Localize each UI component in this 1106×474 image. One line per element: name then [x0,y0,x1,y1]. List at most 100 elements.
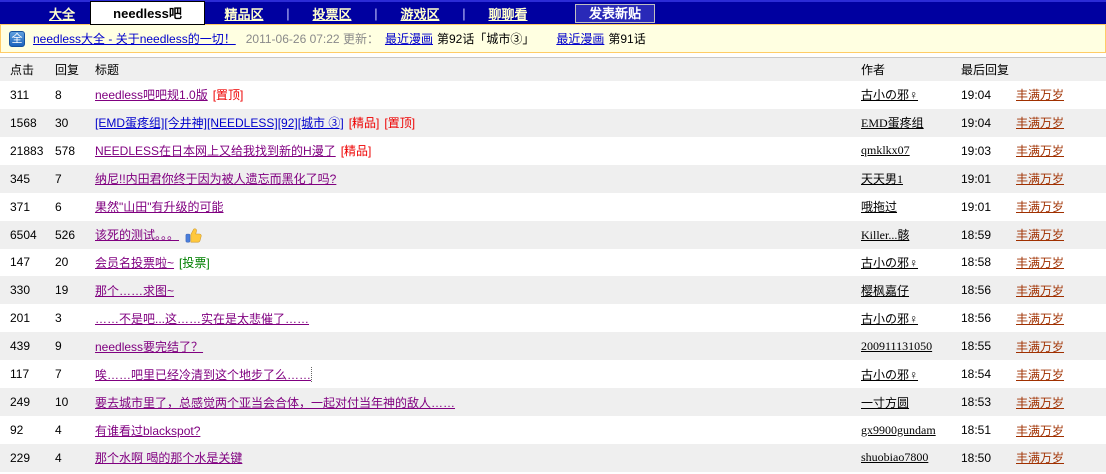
header-last-reply: 最后回复 [961,63,1010,77]
thread-tag: [精品] [340,144,372,159]
author-cell: 樱枫嘉仔 [861,282,961,299]
thread-tag: [投票] [179,255,210,270]
last-reply-link[interactable]: 丰满万岁 [1016,424,1064,438]
nav-tab-5[interactable]: 聊聊看 [469,4,547,23]
click-count: 229 [10,450,31,465]
click-count: 330 [10,283,31,298]
last-reply-time: 18:56 [961,283,992,298]
announcement-bar: 全 needless大全 - 关于needless的一切！ 2011-06-26… [0,24,1106,53]
thread-title-link[interactable]: needless吧吧规1.0版 [95,86,208,103]
header-replies: 回复 [55,63,80,77]
last-reply-link[interactable]: 丰满万岁 [1016,116,1064,130]
thread-title-link[interactable]: needless要完结了？ [95,338,203,355]
thumbs-up-icon [185,228,202,243]
thread-title-link[interactable]: 唉……吧里已经冷清到这个地步了么…… [95,365,313,383]
reply-count: 6 [55,199,62,214]
last-reply-link[interactable]: 丰满万岁 [1016,312,1064,326]
author-link[interactable]: 古小の邪♀ [861,88,918,102]
last-reply-link[interactable]: 丰满万岁 [1016,144,1064,158]
thread-tag: [精品] [348,116,380,131]
last-reply-link[interactable]: 丰满万岁 [1016,368,1064,382]
last-reply-cell: 丰满万岁 [1016,114,1106,131]
click-count: 6504 [10,227,37,242]
thread-title-link[interactable]: 要去城市里了，总感觉两个亚当会合体，一起对付当年神的敌人…… [95,394,455,411]
author-link[interactable]: 一寸方圆 [861,396,909,410]
author-link[interactable]: Killer...骸 [861,228,909,242]
author-link[interactable]: 哦拖过 [861,200,897,214]
author-link[interactable]: 200911131050 [861,339,932,353]
title-cell: ……不是吧...这……实在是太悲催了…… [95,310,861,327]
thread-title-link[interactable]: 有谁看过blackspot? [95,422,200,439]
thread-title-link[interactable]: 那个水啊 喝的那个水是关键 [95,449,242,466]
nav-tab-3[interactable]: 投票区 [293,4,371,23]
last-reply-cell: 丰满万岁 [1016,170,1106,187]
title-cell: 纳尼!!内田君你终于因为被人遗忘而黑化了吗? [95,170,861,187]
reply-count: 19 [55,283,69,298]
author-link[interactable]: gx9900gundam [861,423,936,437]
last-reply-link[interactable]: 丰满万岁 [1016,340,1064,354]
thread-title-link[interactable]: 纳尼!!内田君你终于因为被人遗忘而黑化了吗? [95,170,336,187]
thread-title-link[interactable]: 会员名投票啦~ [95,254,174,271]
thread-row: 92 4 有谁看过blackspot? gx9900gundam 18:51 丰满万岁 [0,416,1106,444]
author-link[interactable]: 古小の邪♀ [861,312,918,326]
top-nav-bar: 大全 needless吧 精品区 | 投票区 | 游戏区 | 聊聊看 发表新贴 [0,0,1106,25]
nav-tab-2[interactable]: 精品区 [205,4,283,23]
author-link[interactable]: 樱枫嘉仔 [861,284,909,298]
click-count: 311 [10,87,30,102]
thread-title-link[interactable]: 那个……求图~ [95,282,174,299]
nav-tab-4[interactable]: 游戏区 [381,4,459,23]
last-reply-time: 19:03 [961,143,992,158]
last-reply-link[interactable]: 丰满万岁 [1016,88,1064,102]
last-reply-link[interactable]: 丰满万岁 [1016,396,1064,410]
update-timestamp: 2011-06-26 07:22 更新： [245,32,379,46]
author-link[interactable]: 古小の邪♀ [861,256,918,270]
last-reply-link[interactable]: 丰满万岁 [1016,200,1064,214]
last-reply-time: 19:01 [961,199,992,214]
last-reply-link[interactable]: 丰满万岁 [1016,172,1064,186]
title-cell: 那个……求图~ [95,282,861,299]
reply-count: 526 [55,227,76,242]
author-link[interactable]: 天天男1 [861,172,903,186]
thread-row: 249 10 要去城市里了，总感觉两个亚当会合体，一起对付当年神的敌人…… 一寸方圆 1… [0,388,1106,417]
click-count: 439 [10,339,31,354]
thread-title-link[interactable]: [EMD蛋疼组][今井神][NEEDLESS][92][城市 ③] [95,114,344,131]
latest-comic-link-1[interactable]: 最近漫画 [385,30,433,47]
author-link[interactable]: 古小の邪♀ [861,368,918,382]
nav-separator: | [462,5,466,21]
author-link[interactable]: shuobiao7800 [861,450,928,464]
header-clicks: 点击 [10,63,35,77]
header-title: 标题 [95,63,120,77]
author-cell: EMD蛋疼组 [861,114,961,131]
reply-count: 20 [55,255,69,270]
thread-row: 201 3 ……不是吧...这……实在是太悲催了…… 古小の邪♀ 18:56 丰满万岁 [0,304,1106,332]
header-author: 作者 [861,63,886,77]
last-reply-time: 19:04 [961,115,992,130]
nav-tab-0[interactable]: 大全 [34,4,90,23]
latest-comic-link-2[interactable]: 最近漫画 [556,30,604,47]
reply-count: 4 [55,450,62,465]
last-reply-cell: 丰满万岁 [1016,142,1106,159]
announcement-link[interactable]: needless大全 - 关于needless的一切！ [33,30,236,47]
title-cell: needless要完结了？ [95,338,861,355]
title-cell: NEEDLESS在日本网上又给我找到新的H漫了 [精品] [95,142,861,159]
nav-tab-1[interactable]: needless吧 [90,0,205,25]
last-reply-cell: 丰满万岁 [1016,422,1106,439]
last-reply-cell: 丰满万岁 [1016,226,1106,243]
title-cell: [EMD蛋疼组][今井神][NEEDLESS][92][城市 ③] [精品] [置顶… [95,114,861,131]
thread-title-link[interactable]: NEEDLESS在日本网上又给我找到新的H漫了 [95,142,336,159]
author-cell: 200911131050 [861,339,961,354]
thread-row: 229 4 那个水啊 喝的那个水是关键 shuobiao7800 18:50 丰满万岁 [0,443,1106,472]
author-link[interactable]: qmklkx07 [861,143,910,157]
last-reply-link[interactable]: 丰满万岁 [1016,228,1064,242]
last-reply-time: 18:54 [961,367,992,382]
new-post-button[interactable]: 发表新贴 [575,3,655,23]
thread-title-link[interactable]: 果然"山田"有升级的可能 [95,198,224,215]
thread-title-link[interactable]: ……不是吧...这……实在是太悲催了…… [95,310,309,327]
thread-title-link[interactable]: 该死的测试。。。 [95,226,179,243]
author-link[interactable]: EMD蛋疼组 [861,116,924,130]
last-reply-link[interactable]: 丰满万岁 [1016,256,1064,270]
last-reply-link[interactable]: 丰满万岁 [1016,284,1064,298]
last-reply-cell: 丰满万岁 [1016,254,1106,271]
last-reply-link[interactable]: 丰满万岁 [1016,451,1064,465]
last-reply-time: 19:04 [961,87,992,102]
